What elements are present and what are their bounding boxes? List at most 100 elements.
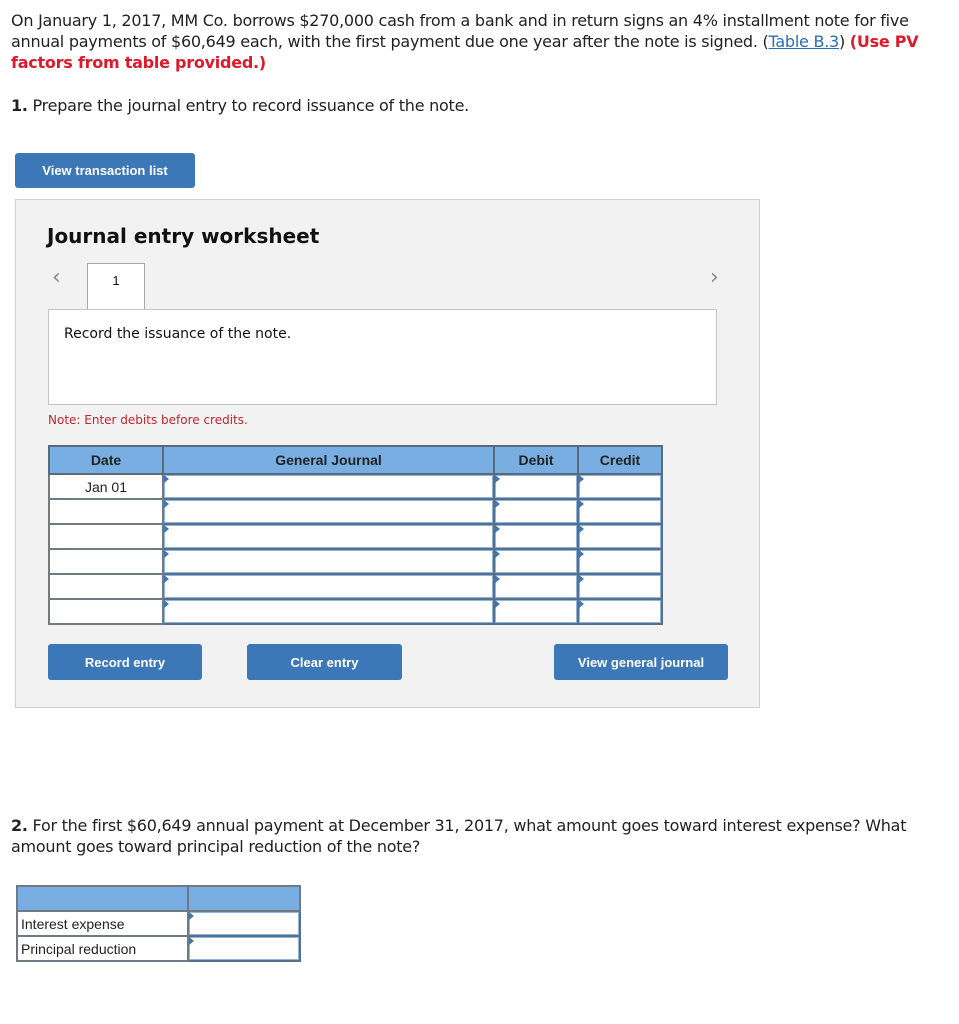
date-cell xyxy=(48,498,164,525)
table-row: Principal reduction xyxy=(16,935,301,962)
dropdown-flag-icon xyxy=(579,475,584,483)
problem-statement: On January 1, 2017, MM Co. borrows $270,… xyxy=(11,10,941,73)
problem-text-suffix: ) xyxy=(838,32,850,51)
debit-input[interactable] xyxy=(495,575,577,598)
credit-input[interactable] xyxy=(579,525,661,548)
interest-expense-input[interactable] xyxy=(189,912,299,935)
table-row xyxy=(48,523,663,550)
question-1: 1. Prepare the journal entry to record i… xyxy=(11,96,469,115)
dropdown-flag-icon xyxy=(579,500,584,508)
account-cell[interactable] xyxy=(162,523,495,550)
debit-cell[interactable] xyxy=(493,598,579,625)
debits-before-credits-note: Note: Enter debits before credits. xyxy=(48,413,248,427)
debit-input[interactable] xyxy=(495,550,577,573)
table-row: Interest expense xyxy=(16,910,301,937)
column-header-general-journal: General Journal xyxy=(162,445,495,475)
journal-table: Date General Journal Debit Credit Jan 01 xyxy=(48,445,663,625)
credit-cell[interactable] xyxy=(577,523,663,550)
debit-input[interactable] xyxy=(495,525,577,548)
dropdown-flag-icon xyxy=(164,475,169,483)
account-cell[interactable] xyxy=(162,598,495,625)
dropdown-flag-icon xyxy=(164,600,169,608)
column-header-credit: Credit xyxy=(577,445,663,475)
column-header-date: Date xyxy=(48,445,164,475)
account-cell[interactable] xyxy=(162,548,495,575)
question-2-number: 2. xyxy=(11,816,28,835)
credit-input[interactable] xyxy=(579,575,661,598)
debit-cell[interactable] xyxy=(493,573,579,600)
table-row xyxy=(48,548,663,575)
debit-input[interactable] xyxy=(495,475,577,498)
debit-input[interactable] xyxy=(495,500,577,523)
entry-description: Record the issuance of the note. xyxy=(48,309,717,405)
dropdown-flag-icon xyxy=(579,525,584,533)
credit-input[interactable] xyxy=(579,500,661,523)
credit-input[interactable] xyxy=(579,550,661,573)
principal-reduction-label: Principal reduction xyxy=(16,935,189,962)
dropdown-flag-icon xyxy=(579,550,584,558)
record-entry-button[interactable]: Record entry xyxy=(48,644,202,680)
dropdown-flag-icon xyxy=(495,550,500,558)
dropdown-flag-icon xyxy=(164,525,169,533)
debit-cell[interactable] xyxy=(493,473,579,500)
principal-reduction-input[interactable] xyxy=(189,937,299,960)
principal-reduction-cell[interactable] xyxy=(187,935,301,962)
dropdown-flag-icon xyxy=(579,600,584,608)
account-input[interactable] xyxy=(164,600,493,623)
date-cell xyxy=(48,523,164,550)
clear-entry-button[interactable]: Clear entry xyxy=(247,644,402,680)
credit-cell[interactable] xyxy=(577,573,663,600)
credit-cell[interactable] xyxy=(577,598,663,625)
debit-cell[interactable] xyxy=(493,498,579,525)
dropdown-flag-icon xyxy=(495,575,500,583)
answer-header-value xyxy=(187,885,301,912)
entry-tab-1[interactable]: 1 xyxy=(87,263,145,310)
date-cell xyxy=(48,598,164,625)
question-1-number: 1. xyxy=(11,96,28,115)
credit-cell[interactable] xyxy=(577,498,663,525)
dropdown-flag-icon xyxy=(189,912,194,920)
chevron-left-icon[interactable]: ‹ xyxy=(52,265,61,290)
credit-cell[interactable] xyxy=(577,548,663,575)
table-row xyxy=(48,498,663,525)
question-2-text: For the first $60,649 annual payment at … xyxy=(11,816,907,856)
question-2: 2. For the first $60,649 annual payment … xyxy=(11,815,941,857)
interest-expense-cell[interactable] xyxy=(187,910,301,937)
dropdown-flag-icon xyxy=(495,475,500,483)
credit-input[interactable] xyxy=(579,475,661,498)
debit-cell[interactable] xyxy=(493,523,579,550)
table-b3-link[interactable]: Table B.3 xyxy=(769,32,840,51)
table-row xyxy=(48,573,663,600)
view-general-journal-button[interactable]: View general journal xyxy=(554,644,728,680)
account-input[interactable] xyxy=(164,575,493,598)
debit-cell[interactable] xyxy=(493,548,579,575)
dropdown-flag-icon xyxy=(579,575,584,583)
dropdown-flag-icon xyxy=(164,550,169,558)
worksheet-title: Journal entry worksheet xyxy=(47,224,320,248)
account-input[interactable] xyxy=(164,500,493,523)
view-transaction-list-button[interactable]: View transaction list xyxy=(15,153,195,188)
date-cell xyxy=(48,573,164,600)
chevron-right-icon[interactable]: › xyxy=(710,265,719,290)
credit-input[interactable] xyxy=(579,600,661,623)
dropdown-flag-icon xyxy=(495,525,500,533)
debit-input[interactable] xyxy=(495,600,577,623)
dropdown-flag-icon xyxy=(189,937,194,945)
account-cell[interactable] xyxy=(162,498,495,525)
dropdown-flag-icon xyxy=(164,575,169,583)
date-cell xyxy=(48,548,164,575)
account-input[interactable] xyxy=(164,475,493,498)
journal-entry-worksheet: Journal entry worksheet ‹ › 1 Record the… xyxy=(15,199,760,708)
dropdown-flag-icon xyxy=(164,500,169,508)
account-cell[interactable] xyxy=(162,573,495,600)
answer-header-label xyxy=(16,885,189,912)
column-header-debit: Debit xyxy=(493,445,579,475)
interest-expense-label: Interest expense xyxy=(16,910,189,937)
answer-table: Interest expense Principal reduction xyxy=(16,885,301,962)
account-cell[interactable] xyxy=(162,473,495,500)
table-row xyxy=(48,598,663,625)
credit-cell[interactable] xyxy=(577,473,663,500)
account-input[interactable] xyxy=(164,550,493,573)
dropdown-flag-icon xyxy=(495,600,500,608)
account-input[interactable] xyxy=(164,525,493,548)
